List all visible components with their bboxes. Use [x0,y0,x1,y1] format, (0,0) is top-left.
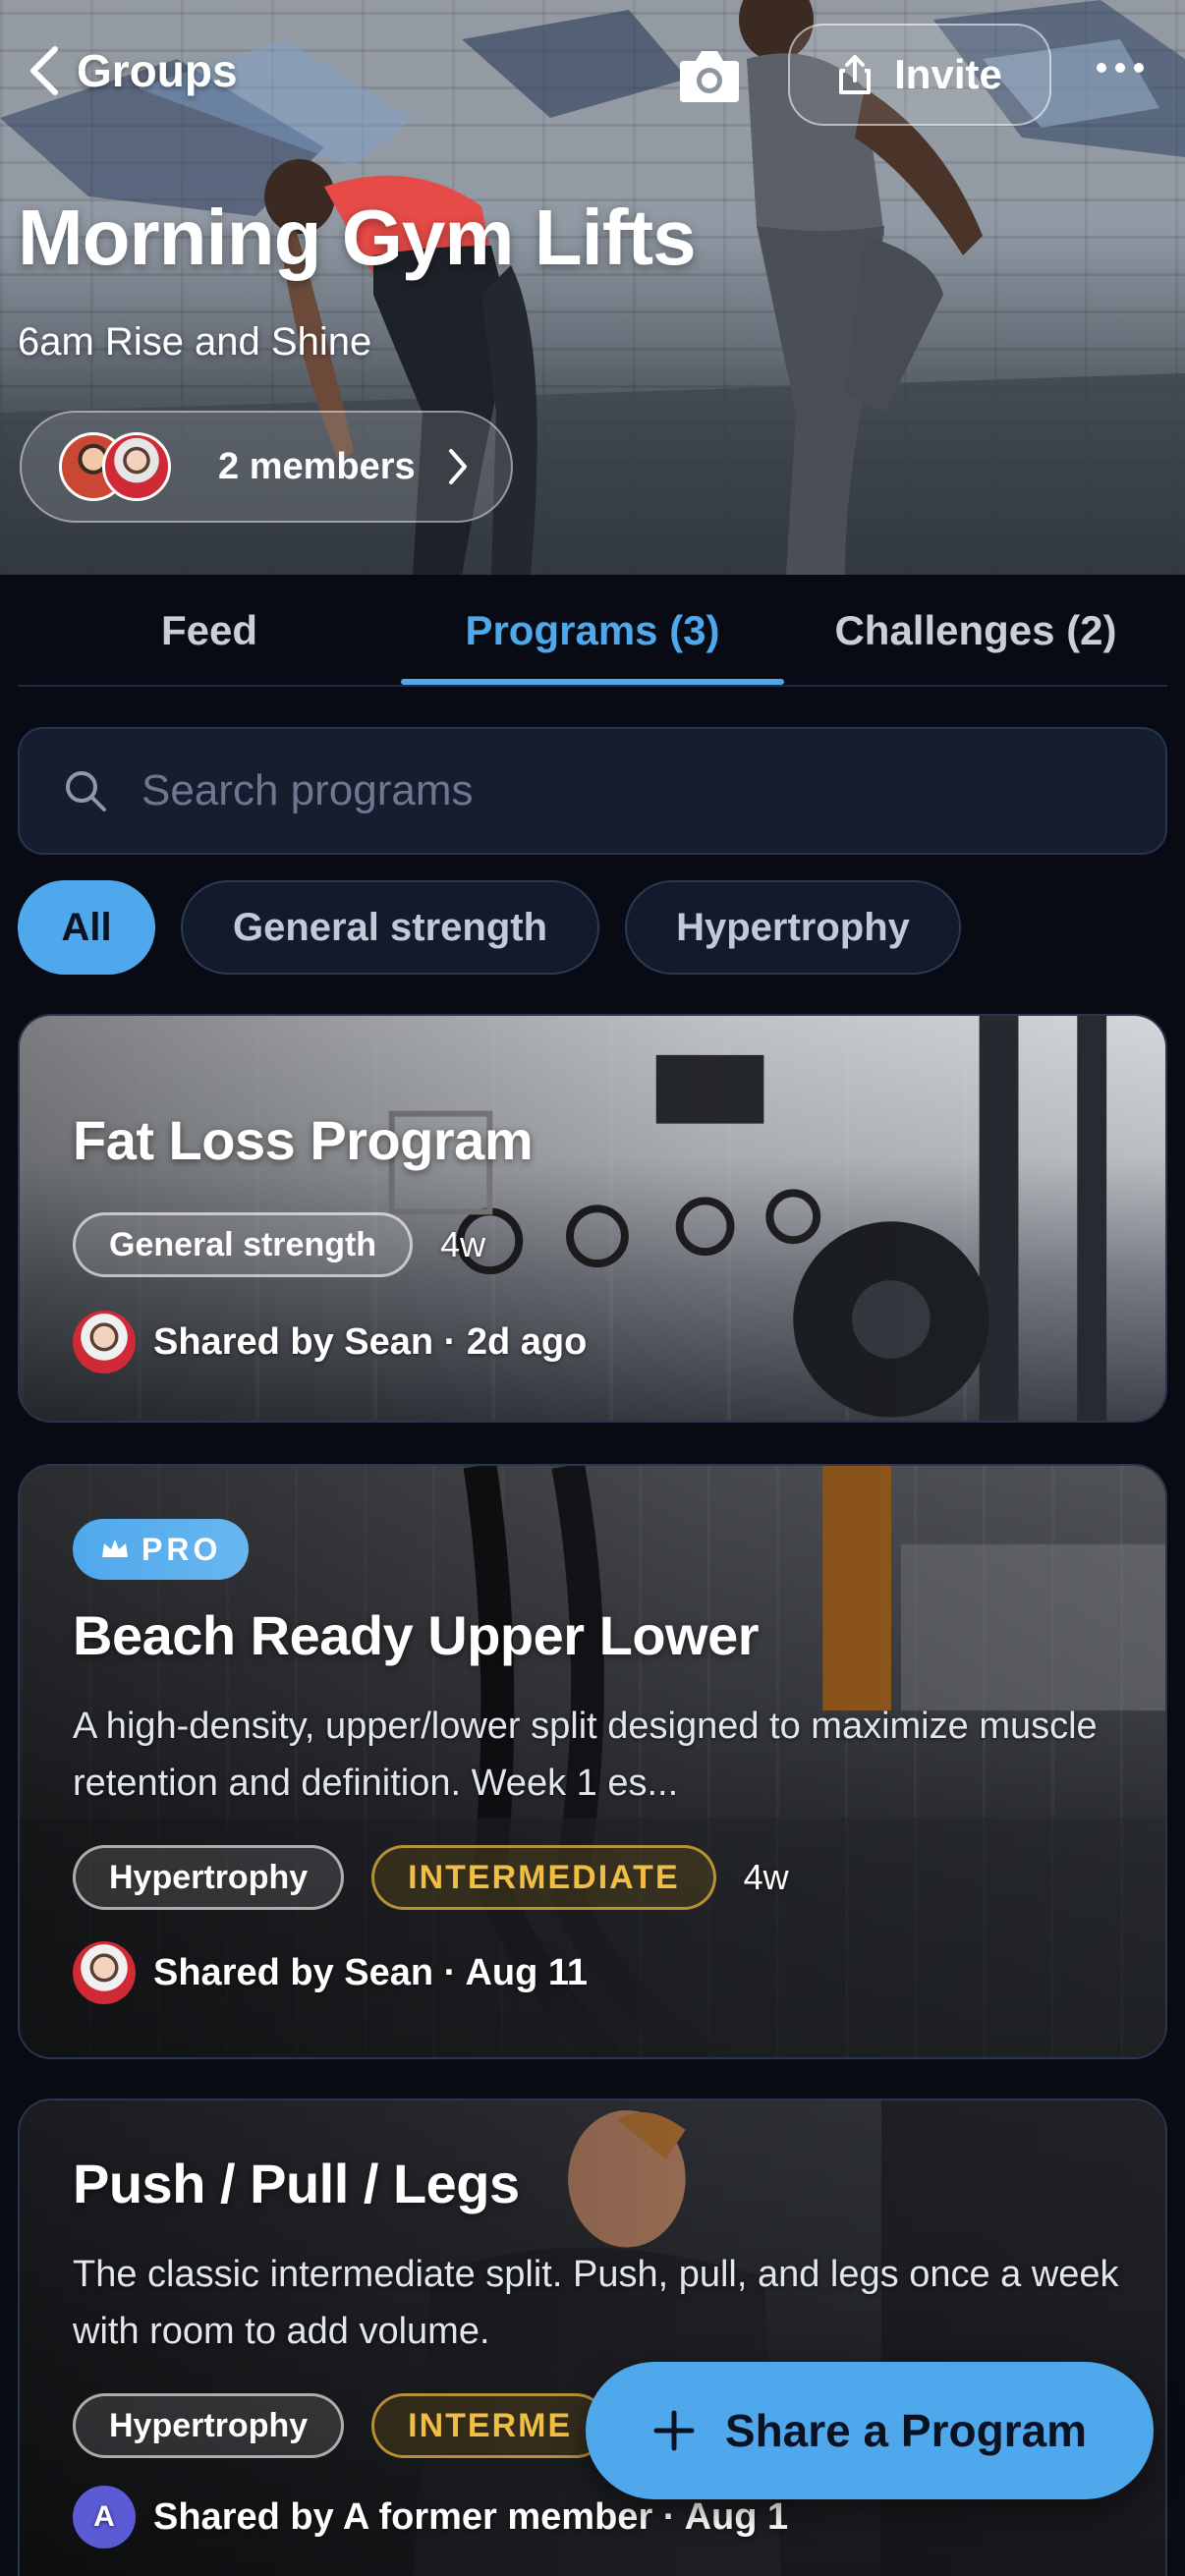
members-button[interactable]: 2 members [20,411,513,523]
program-tags: General strength 4w [73,1212,485,1277]
filter-chip-all[interactable]: All [18,880,155,975]
search-icon [66,771,106,812]
program-title: Fat Loss Program [73,1109,534,1171]
program-title: Beach Ready Upper Lower [73,1604,760,1666]
shared-by-label: Shared by A former member · Aug 1 [153,2495,789,2538]
pro-badge-label: PRO [141,1531,222,1567]
program-description: A high-density, upper/lower split design… [73,1706,1098,1804]
share-program-button[interactable]: Share a Program [586,2362,1154,2499]
tab-challenges[interactable]: Challenges (2) [784,575,1167,687]
share-program-label: Share a Program [724,2405,1088,2456]
pro-badge: PRO [73,1519,250,1580]
crown-icon [102,1540,128,1557]
category-tag: Hypertrophy [73,1845,345,1910]
camera-icon[interactable] [678,47,741,104]
chevron-right-icon [448,449,467,484]
filter-chip-general-strength[interactable]: General strength [181,880,599,975]
program-description: The classic intermediate split. Push, pu… [73,2254,1119,2352]
members-label: 2 members [218,445,416,487]
program-tags: Hypertrophy INTERME [73,2393,609,2458]
invite-label: Invite [894,51,1002,97]
program-card[interactable]: Push / Pull / Legs The classic intermedi… [18,2099,1167,2576]
member-avatars [59,432,177,501]
level-tag: INTERMEDIATE [371,1845,716,1910]
invite-button[interactable]: Invite [788,24,1051,126]
search-input[interactable]: Search programs [18,727,1167,855]
group-title: Morning Gym Lifts [18,194,697,281]
shared-by: Shared by Sean · 2d ago [73,1311,587,1373]
more-icon[interactable] [1097,63,1144,73]
shared-by-label: Shared by Sean · 2d ago [153,1320,588,1363]
back-button[interactable]: Groups [24,43,238,98]
back-label: Groups [77,45,238,96]
group-header: Groups Invite Morning Gym Lifts 6am Rise… [0,0,1185,575]
share-icon [839,55,872,94]
tab-programs[interactable]: Programs (3) [401,575,784,687]
active-tab-indicator [401,679,784,685]
tab-feed[interactable]: Feed [18,575,401,687]
program-duration: 4w [440,1224,486,1264]
category-tag: Hypertrophy [73,2393,345,2458]
avatar [73,1941,136,2004]
shared-by: Shared by Sean · Aug 11 [73,1941,588,2004]
category-tag: General strength [73,1212,414,1277]
program-title: Push / Pull / Legs [73,2153,520,2214]
group-subtitle: 6am Rise and Shine [18,320,372,364]
filter-chip-hypertrophy[interactable]: Hypertrophy [625,880,961,975]
avatar [102,432,171,501]
shared-by-label: Shared by Sean · Aug 11 [153,1951,589,1993]
chevron-left-icon [30,46,58,95]
plus-icon [653,2410,695,2451]
tab-bar: Feed Programs (3) Challenges (2) [18,575,1167,687]
program-tags: Hypertrophy INTERMEDIATE 4w [73,1845,789,1910]
program-card[interactable]: PRO Beach Ready Upper Lower A high-densi… [18,1464,1167,2059]
search-placeholder: Search programs [141,766,474,814]
program-card[interactable]: Fat Loss Program General strength 4w Sha… [18,1014,1167,1423]
program-duration: 4w [743,1857,789,1897]
avatar: A [73,2486,136,2548]
level-tag: INTERME [371,2393,609,2458]
avatar [73,1311,136,1373]
